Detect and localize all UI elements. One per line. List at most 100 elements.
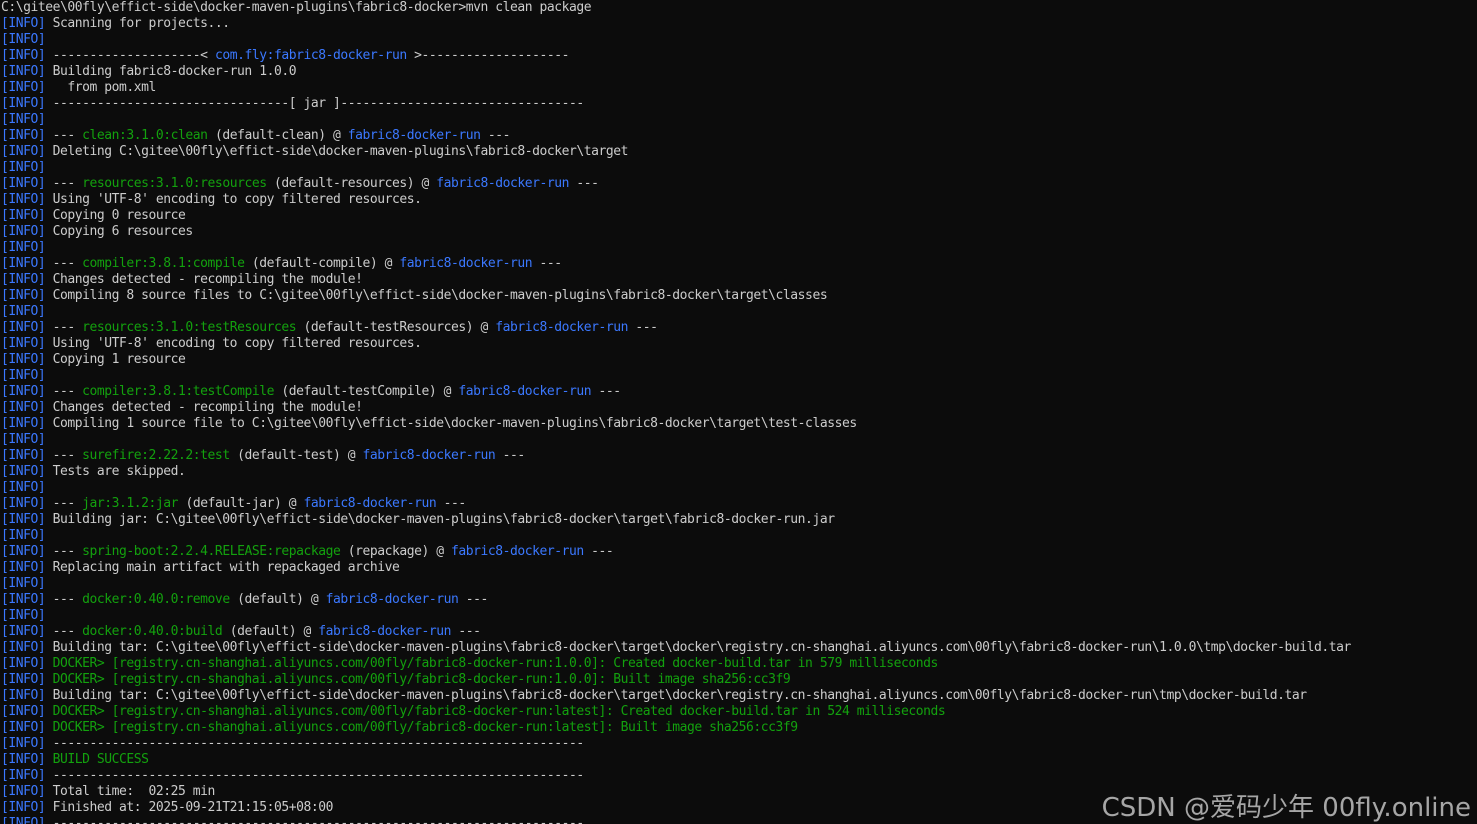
info-tag: [INFO]	[1, 272, 46, 287]
info-tag: [INFO]	[1, 288, 46, 303]
info-tag: [INFO]	[1, 688, 46, 703]
terminal-line: [INFO] --- resources:3.1.0:testResources…	[1, 320, 1477, 336]
line-text: >--------------------	[406, 48, 570, 63]
info-tag: [INFO]	[1, 304, 46, 319]
info-tag: [INFO]	[1, 720, 46, 735]
plugin-text: compiler:3.8.1:compile	[82, 256, 245, 271]
info-tag: [INFO]	[1, 240, 46, 255]
info-tag: [INFO]	[1, 704, 46, 719]
plugin-text: jar:3.1.2:jar	[82, 496, 179, 511]
terminal-line: [INFO] --- compiler:3.8.1:testCompile (d…	[1, 384, 1477, 400]
line-text: from pom.xml	[45, 80, 156, 95]
line-text: Building tar: C:\gitee\00fly\effict-side…	[45, 688, 1307, 703]
artifact-text: fabric8-docker-run	[318, 624, 452, 639]
line-text: Total time: 02:25 min	[45, 784, 216, 799]
terminal-line: [INFO] Replacing main artifact with repa…	[1, 560, 1477, 576]
line-text: ---	[45, 624, 83, 639]
line-text: ---	[591, 384, 622, 399]
terminal-line: [INFO] Compiling 1 source file to C:\git…	[1, 416, 1477, 432]
info-tag: [INFO]	[1, 784, 46, 799]
artifact-text: fabric8-docker-run	[347, 128, 481, 143]
plugin-text: BUILD SUCCESS	[45, 752, 149, 767]
line-text: (default-clean) @	[207, 128, 348, 143]
line-text: ---	[569, 176, 599, 191]
terminal-line: [INFO] --- compiler:3.8.1:compile (defau…	[1, 256, 1477, 272]
artifact-text: fabric8-docker-run	[495, 320, 629, 335]
line-text: ---	[45, 592, 83, 607]
artifact-text: fabric8-docker-run	[399, 256, 533, 271]
artifact-text: fabric8-docker-run	[436, 176, 570, 191]
line-text: Copying 1 resource	[45, 352, 186, 367]
terminal-line: [INFO] --- surefire:2.22.2:test (default…	[1, 448, 1477, 464]
line-text: (repackage) @	[340, 544, 451, 559]
terminal-line: [INFO] Compiling 8 source files to C:\gi…	[1, 288, 1477, 304]
terminal-line: [INFO] ---------------------------------…	[1, 768, 1477, 784]
artifact-text: fabric8-docker-run	[303, 496, 437, 511]
info-tag: [INFO]	[1, 352, 46, 367]
line-text: --------------------------------[ jar ]-…	[45, 96, 585, 111]
terminal-line: [INFO] from pom.xml	[1, 80, 1477, 96]
line-text: ---	[495, 448, 526, 463]
info-tag: [INFO]	[1, 48, 46, 63]
line-text: ---	[451, 624, 481, 639]
terminal-line: [INFO] Copying 6 resources	[1, 224, 1477, 240]
info-tag: [INFO]	[1, 128, 46, 143]
plugin-text: surefire:2.22.2:test	[82, 448, 230, 463]
terminal-line: [INFO]	[1, 432, 1477, 448]
line-text: Copying 6 resources	[45, 224, 194, 239]
info-tag: [INFO]	[1, 624, 46, 639]
line-text: (default-testResources) @	[296, 320, 496, 335]
line-text: Using 'UTF-8' encoding to copy filtered …	[45, 336, 422, 351]
info-tag: [INFO]	[1, 576, 46, 591]
plugin-text: docker:0.40.0:remove	[82, 592, 230, 607]
terminal-line: [INFO]	[1, 240, 1477, 256]
terminal-line: [INFO] Copying 0 resource	[1, 208, 1477, 224]
line-text: ----------------------------------------…	[45, 736, 585, 751]
info-tag: [INFO]	[1, 608, 46, 623]
info-tag: [INFO]	[1, 464, 46, 479]
plugin-text: compiler:3.8.1:testCompile	[82, 384, 274, 399]
info-tag: [INFO]	[1, 512, 46, 527]
line-text: (default-resources) @	[266, 176, 437, 191]
info-tag: [INFO]	[1, 208, 46, 223]
line-text: ---	[480, 128, 511, 143]
plugin-text: DOCKER> [registry.cn-shanghai.aliyuncs.c…	[45, 704, 946, 719]
terminal-line: [INFO]	[1, 576, 1477, 592]
terminal-line: [INFO] Using 'UTF-8' encoding to copy fi…	[1, 336, 1477, 352]
csdn-watermark: CSDN @爱码少年 00fly.online	[1101, 793, 1471, 823]
terminal-line: [INFO] DOCKER> [registry.cn-shanghai.ali…	[1, 656, 1477, 672]
line-text: C:\gitee\00fly\effict-side\docker-maven-…	[1, 0, 592, 15]
artifact-text: fabric8-docker-run	[451, 544, 584, 559]
terminal-line: [INFO] Copying 1 resource	[1, 352, 1477, 368]
info-tag: [INFO]	[1, 320, 46, 335]
info-tag: [INFO]	[1, 80, 46, 95]
info-tag: [INFO]	[1, 800, 46, 815]
info-tag: [INFO]	[1, 752, 46, 767]
line-text: Changes detected - recompiling the modul…	[45, 272, 363, 287]
terminal-window[interactable]: C:\gitee\00fly\effict-side\docker-maven-…	[0, 0, 1477, 824]
line-text: Tests are skipped.	[45, 464, 186, 479]
line-text: ---	[45, 448, 83, 463]
info-tag: [INFO]	[1, 336, 46, 351]
info-tag: [INFO]	[1, 480, 46, 495]
plugin-text: DOCKER> [registry.cn-shanghai.aliyuncs.c…	[45, 720, 798, 735]
terminal-line: [INFO]	[1, 608, 1477, 624]
info-tag: [INFO]	[1, 416, 46, 431]
terminal-line: [INFO] Building fabric8-docker-run 1.0.0	[1, 64, 1477, 80]
terminal-line: [INFO] Building tar: C:\gitee\00fly\effi…	[1, 688, 1477, 704]
terminal-line: [INFO] Scanning for projects...	[1, 16, 1477, 32]
terminal-line: [INFO]	[1, 112, 1477, 128]
terminal-line: [INFO] --- resources:3.1.0:resources (de…	[1, 176, 1477, 192]
line-text: (default-testCompile) @	[273, 384, 459, 399]
line-text: Changes detected - recompiling the modul…	[45, 400, 363, 415]
info-tag: [INFO]	[1, 64, 46, 79]
line-text: (default-test) @	[229, 448, 363, 463]
terminal-line: [INFO] --------------------------------[…	[1, 96, 1477, 112]
artifact-text: com.fly:fabric8-docker-run	[214, 48, 407, 63]
terminal-line: [INFO] --- docker:0.40.0:remove (default…	[1, 592, 1477, 608]
line-text: ---	[45, 128, 83, 143]
line-text: ---	[458, 592, 489, 607]
info-tag: [INFO]	[1, 528, 46, 543]
line-text: Building tar: C:\gitee\00fly\effict-side…	[45, 640, 1352, 655]
info-tag: [INFO]	[1, 224, 46, 239]
